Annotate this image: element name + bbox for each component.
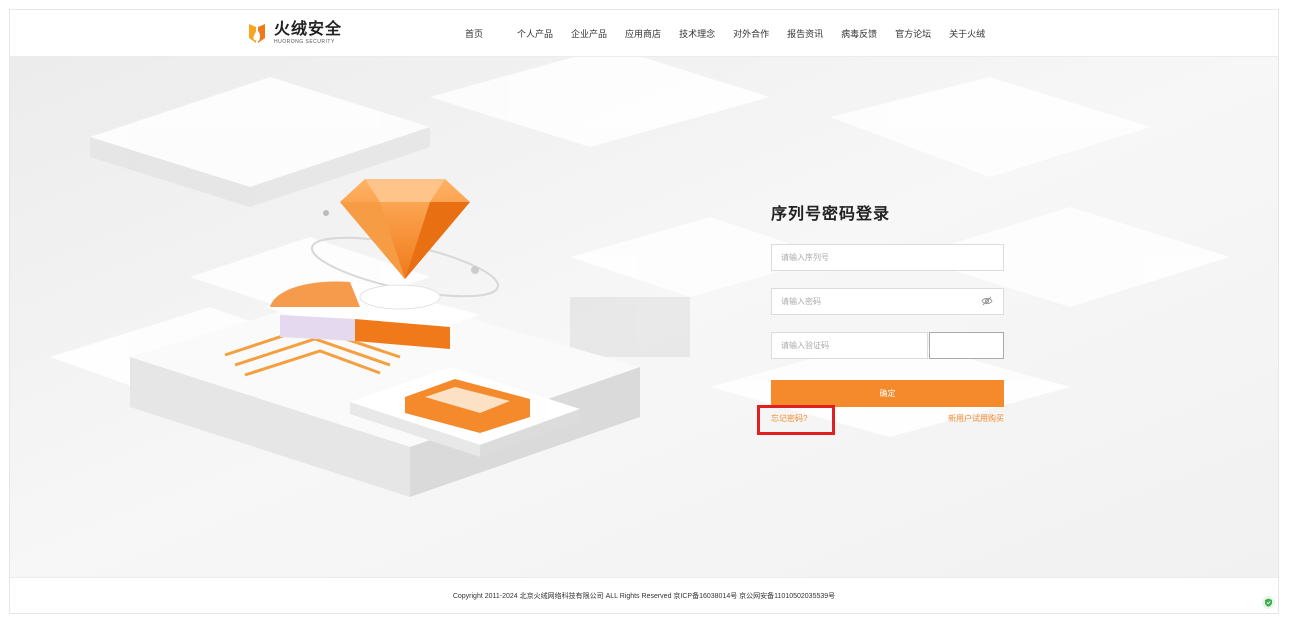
captcha-image[interactable] bbox=[928, 332, 1004, 359]
green-shield-icon[interactable] bbox=[1262, 596, 1275, 609]
highlight-box bbox=[757, 405, 835, 435]
login-panel: 序列号密码登录 确定 忘记密码? 新用户试用购买 bbox=[757, 200, 1004, 435]
nav-app-store[interactable]: 应用商店 bbox=[625, 27, 661, 40]
nav-reports[interactable]: 报告资讯 bbox=[787, 27, 823, 40]
login-title: 序列号密码登录 bbox=[771, 206, 891, 223]
captcha-row bbox=[771, 332, 1004, 359]
nav-technology[interactable]: 技术理念 bbox=[679, 27, 715, 40]
logo[interactable]: 火绒安全 HUORONG SECURITY bbox=[246, 19, 342, 47]
nav-about[interactable]: 关于火绒 bbox=[949, 27, 985, 40]
isometric-illustration bbox=[10, 57, 1278, 577]
submit-button[interactable]: 确定 bbox=[771, 380, 1004, 407]
nav-cooperation[interactable]: 对外合作 bbox=[733, 27, 769, 40]
huorong-flame-logo-icon bbox=[249, 24, 265, 43]
main-nav: 首页 个人产品 企业产品 应用商店 技术理念 对外合作 报告资讯 病毒反馈 官方… bbox=[465, 10, 1003, 56]
browser-window: 火绒安全 HUORONG SECURITY 首页 个人产品 企业产品 应用商店 … bbox=[10, 10, 1278, 613]
site-footer: Copyright 2011-2024 北京火绒网络科技有限公司 ALL Rig… bbox=[10, 577, 1278, 613]
nav-enterprise-products[interactable]: 企业产品 bbox=[571, 27, 607, 40]
login-links: 忘记密码? 新用户试用购买 bbox=[757, 405, 1004, 435]
logo-subtitle: HUORONG SECURITY bbox=[274, 38, 335, 45]
nav-personal-products[interactable]: 个人产品 bbox=[517, 27, 553, 40]
serial-field bbox=[771, 244, 1004, 271]
password-input[interactable] bbox=[772, 289, 971, 314]
password-field bbox=[771, 288, 1004, 315]
eye-slash-icon[interactable] bbox=[981, 296, 993, 306]
serial-input[interactable] bbox=[772, 245, 971, 270]
hero-background bbox=[10, 57, 1278, 577]
trial-purchase-link[interactable]: 新用户试用购买 bbox=[948, 413, 1004, 424]
site-header: 火绒安全 HUORONG SECURITY 首页 个人产品 企业产品 应用商店 … bbox=[10, 10, 1278, 57]
nav-home[interactable]: 首页 bbox=[465, 27, 483, 40]
nav-forum[interactable]: 官方论坛 bbox=[895, 27, 931, 40]
copyright-text: Copyright 2011-2024 北京火绒网络科技有限公司 ALL Rig… bbox=[452, 593, 836, 600]
logo-name: 火绒安全 bbox=[274, 20, 343, 38]
captcha-input[interactable] bbox=[772, 333, 921, 358]
captcha-field bbox=[771, 332, 928, 359]
nav-virus-feedback[interactable]: 病毒反馈 bbox=[841, 27, 877, 40]
